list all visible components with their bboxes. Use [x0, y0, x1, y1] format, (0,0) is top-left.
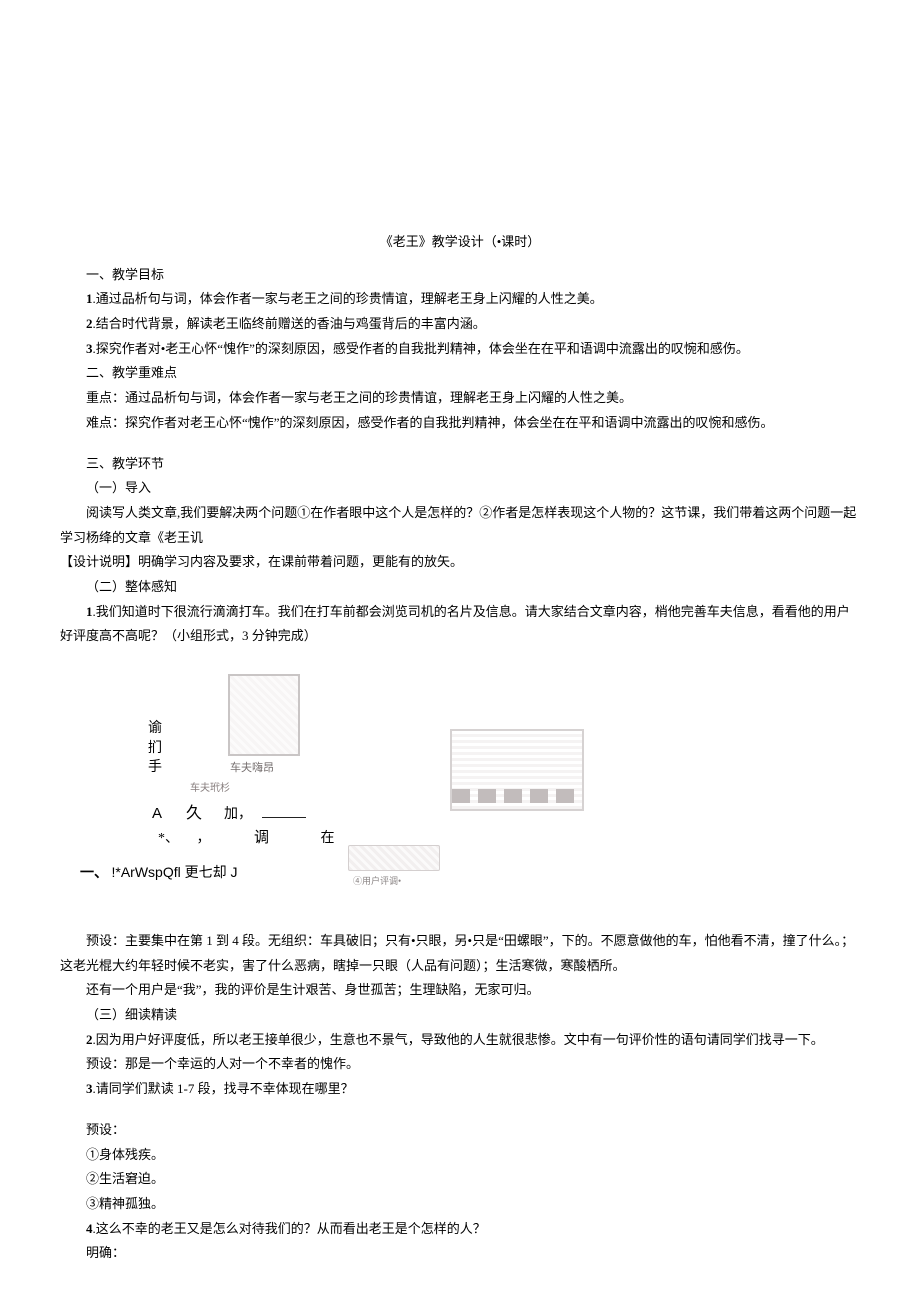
dashed-line-icon [452, 789, 582, 803]
answer-1: ①身体残疾。 [60, 1143, 860, 1168]
goal-1-text: .通过品析句与词，体会作者一家与老王之间的珍贵情谊，理解老王身上闪耀的人性之美。 [93, 291, 603, 306]
goal-3-text: .探究作者对•老王心怀“愧作”的深刻原因，感受作者的自我批判精神，体会坐在在平和… [93, 341, 749, 356]
preset-p2: 还有一个用户是“我”，我的评价是生计艰苦、身世孤苦；生理缺陷，无家可归。 [60, 978, 860, 1003]
goal-3: 3.探究作者对•老王心怀“愧作”的深刻原因，感受作者的自我批判精神，体会坐在在平… [60, 337, 860, 362]
blank-underline [262, 817, 306, 818]
letter-a: A [152, 805, 162, 822]
char-jia: 加， [224, 807, 252, 822]
goal-2-text: .结合时代背景，解读老王临终前赠送的香油与鸡蛋背后的丰富内涵。 [93, 316, 486, 331]
goal-1: 1.通过品析句与词，体会作者一家与老王之间的珍贵情谊，理解老王身上闪耀的人性之美… [60, 287, 860, 312]
answer-3: ③精神孤独。 [60, 1192, 860, 1217]
small-box-icon [348, 845, 440, 871]
empty-box-icon [228, 674, 300, 756]
question-3: 3.请同学们默读 1-7 段，找寻不幸体现在哪里？ [60, 1077, 860, 1102]
char-zai: 在 [321, 831, 335, 846]
char-diao: 调 [254, 830, 269, 846]
keypoint: 重点：通过品析句与词，体会作者一家与老王之间的珍贵情谊，理解老王身上闪耀的人性之… [60, 386, 860, 411]
clarify-heading: 明确： [60, 1241, 860, 1266]
char-jiu: 久 [186, 805, 202, 822]
q3-text: .请同学们默读 1-7 段，找寻不幸体现在哪里？ [93, 1081, 354, 1096]
section-3-heading: 三、教学环节 [60, 452, 860, 477]
preset-2: 预设：那是一个幸运的人对一个不幸者的愧作。 [60, 1052, 860, 1077]
vert-char-3: 手 [148, 758, 164, 778]
comma-mark: ， [197, 831, 211, 846]
vert-char-2: 扪 [148, 739, 164, 759]
goal-2: 2.结合时代背景，解读老王临终前赠送的香油与鸡蛋背后的丰富内涵。 [60, 312, 860, 337]
q1-text: .我们知道时下很流行滴滴打车。我们在打车前都会浏览司机的名片及信息。请大家结合文… [60, 604, 850, 644]
q2-text: .因为用户好评度低，所以老王接单很少，生意也不景气，导致他的人生就很悲惨。文中有… [93, 1032, 824, 1047]
doc-title: 《老王》教学设计（•课时） [60, 230, 860, 255]
small-box-label: ④用户评调• [353, 873, 401, 890]
vert-char-1: 谕 [148, 719, 164, 739]
row-star: *、 ， 调 在 [158, 824, 335, 853]
worksheet-illustration: 谕 扪 手 车夫嗨昂 车夫玳杉 A 久 加， *、 ， 调 在 一、 !*ArW… [60, 659, 860, 899]
right-box-icon [450, 729, 584, 811]
preset-p1: 预设：主要集中在第 1 到 4 段。无组织：车具破旧；只有•只眼，另•只是“田螺… [60, 929, 860, 978]
row-one: 一、 !*ArWspQfl 更七却 J [80, 859, 238, 888]
sub-1-heading: （一）导入 [60, 476, 860, 501]
section-2-heading: 二、教学重难点 [60, 361, 860, 386]
intro-paragraph: 阅读写人类文章,我们要解决两个问题①在作者眼中这个人是怎样的？②作者是怎样表现这… [60, 501, 860, 550]
sub-2-heading: （二）整体感知 [60, 575, 860, 600]
q4-text: .这么不幸的老王又是怎么对待我们的？从而看出老王是个怎样的人？ [93, 1221, 486, 1236]
sub-3-heading: （三）细读精读 [60, 1003, 860, 1028]
section-1-heading: 一、教学目标 [60, 263, 860, 288]
vertical-label: 谕 扪 手 [148, 719, 164, 778]
box-caption-1: 车夫嗨昂 [230, 758, 274, 779]
row-one-text: !*ArWspQfl 更七却 J [112, 864, 238, 880]
spacer-2 [60, 1102, 860, 1118]
difficulty: 难点：探究作者对老王心怀“愧作”的深刻原因，感受作者的自我批判精神，体会坐在在平… [60, 411, 860, 436]
preset-heading: 预设： [60, 1118, 860, 1143]
page: 《老王》教学设计（•课时） 一、教学目标 1.通过品析句与词，体会作者一家与老王… [0, 0, 920, 1306]
question-2: 2.因为用户好评度低，所以老王接单很少，生意也不景气，导致他的人生就很悲惨。文中… [60, 1028, 860, 1053]
answer-2: ②生活窘迫。 [60, 1167, 860, 1192]
box-caption-2: 车夫玳杉 [190, 779, 230, 798]
design-note: 【设计说明】明确学习内容及要求，在课前带着问题，更能有的放矢。 [60, 550, 860, 575]
row-one-prefix: 一、 [80, 866, 108, 881]
star-mark: *、 [158, 831, 179, 846]
spacer [60, 436, 860, 452]
question-1: 1.我们知道时下很流行滴滴打车。我们在打车前都会浏览司机的名片及信息。请大家结合… [60, 600, 860, 649]
question-4: 4.这么不幸的老王又是怎么对待我们的？从而看出老王是个怎样的人？ [60, 1217, 860, 1242]
